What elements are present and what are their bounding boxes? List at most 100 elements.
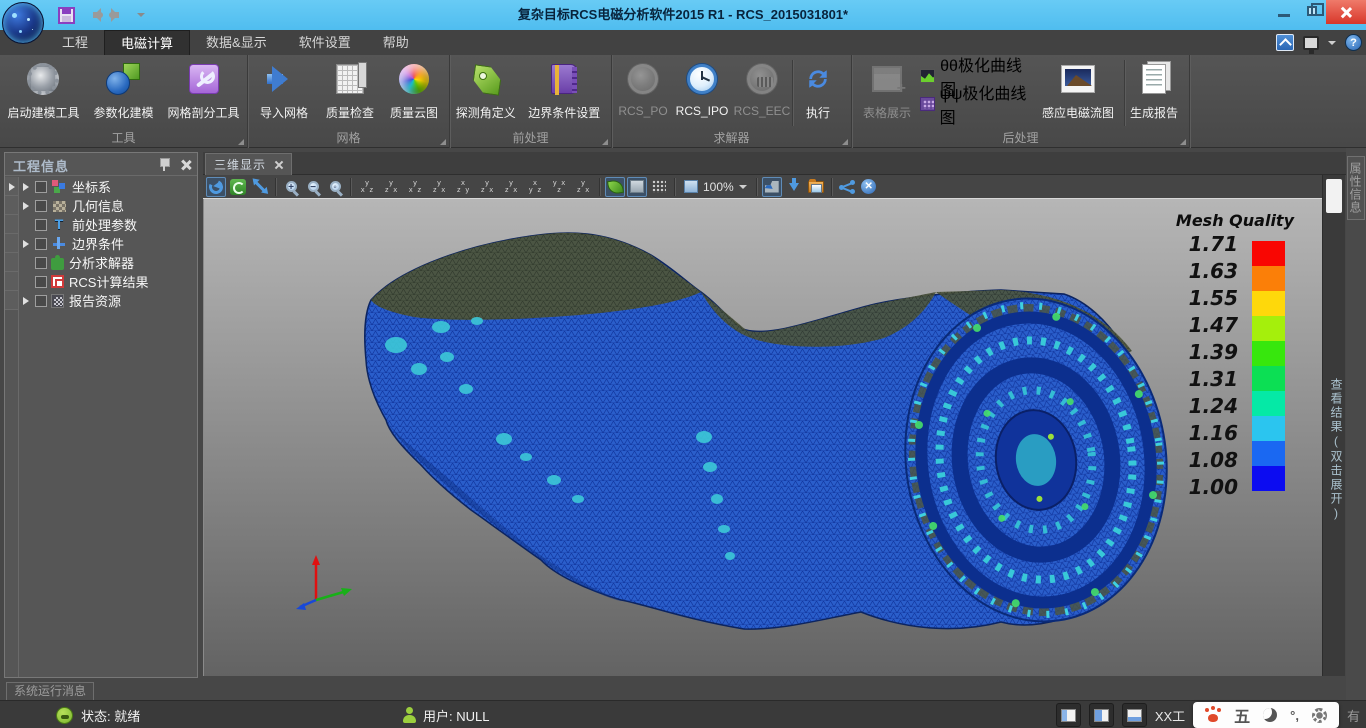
legend-value: 1.00 [1138,476,1238,498]
tree-item-coordinate-system[interactable]: 坐标系 [5,177,197,196]
boundary-condition-settings-button[interactable]: 边界条件设置 [520,57,609,129]
view-preset-button-4[interactable]: yz x [428,177,450,197]
viewport-3d[interactable]: Mesh Quality 1.71 1.63 1.55 1.47 1.39 1.… [203,199,1322,676]
tab-help[interactable]: 帮助 [367,30,425,55]
snapshot-corner-button[interactable] [762,177,782,197]
tree-checkbox[interactable] [35,257,47,269]
view-preset-button-9[interactable]: y xz [548,177,570,197]
table-display-button[interactable]: 表格展示 [854,57,920,129]
tree-checkbox[interactable] [35,219,47,231]
view-preset-button-1[interactable]: yx z [356,177,378,197]
ime-paw-icon[interactable] [1205,708,1221,722]
moon-icon[interactable] [1263,708,1277,722]
ime-settings-gear-icon[interactable] [1312,708,1327,723]
launch-modeling-tool-button[interactable]: 启动建模工具 [2,57,85,129]
corner-arrow-icon [765,181,779,193]
flat-render-button[interactable] [627,177,647,197]
tab-3d-display[interactable]: 三维显示 [205,153,292,175]
close-button[interactable] [1326,0,1366,24]
tab-em-computation[interactable]: 电磁计算 [104,30,190,55]
tree-item-analysis-solver[interactable]: 分析求解器 [5,253,197,272]
psi-polarization-curve-button[interactable]: ψψ极化曲线图 [920,93,1032,115]
layout-left-panel-button[interactable] [1056,703,1081,727]
view-results-tab[interactable]: 查看结果(双击展开) [1325,370,1345,530]
dialog-launcher-icon[interactable] [602,139,608,145]
minimize-icon [1278,14,1290,17]
zoom-out-button[interactable]: − [303,177,323,197]
parametric-modeling-button[interactable]: 参数化建模 [85,57,162,129]
quality-cloud-map-button[interactable]: 质量云图 [382,57,446,129]
expander-icon[interactable] [23,240,33,248]
rcs-eec-button[interactable]: RCS_EEC [732,57,792,129]
view-preset-button-2[interactable]: yz x [380,177,402,197]
shaded-render-button[interactable] [605,177,625,197]
pan-tool-button[interactable] [250,177,270,197]
share-view-button[interactable] [837,177,857,197]
zoom-level-select[interactable]: 100% [680,177,751,197]
probe-angle-define-button[interactable]: 探测角定义 [452,57,520,129]
rcs-po-button[interactable]: RCS_PO [614,57,672,129]
minimize-button[interactable] [1270,0,1298,22]
tree-checkbox[interactable] [35,181,47,193]
tree-checkbox[interactable] [35,238,47,250]
tab-software-settings[interactable]: 软件设置 [283,30,367,55]
tree-checkbox[interactable] [35,295,47,307]
refresh-view-button[interactable] [228,177,248,197]
results-collapsed-strip[interactable]: 查看结果(双击展开) [1322,175,1345,676]
tab-project[interactable]: 工程 [46,30,104,55]
zoom-fit-button[interactable]: ◦ [325,177,345,197]
layout-bottom-panel-button[interactable] [1122,703,1147,727]
expander-icon[interactable] [23,297,33,305]
open-image-folder-button[interactable] [806,177,826,197]
expander-icon[interactable] [23,183,33,191]
tree-checkbox[interactable] [35,276,47,288]
view-preset-button-6[interactable]: yz x [476,177,498,197]
app-logo[interactable] [2,2,44,44]
close-view-button[interactable]: ✕ [859,177,879,197]
ime-mode-key[interactable]: 五 [1234,703,1250,727]
dot-grid-icon [652,180,666,193]
zoom-in-button[interactable]: + [281,177,301,197]
tree-item-boundary-conditions[interactable]: 边界条件 [5,234,197,253]
view-preset-button-7[interactable]: yz x [500,177,522,197]
mesh-partition-tool-button[interactable]: 网格剖分工具 [162,57,245,129]
collapse-ribbon-button[interactable] [1276,34,1294,51]
generate-report-button[interactable]: 生成报告 [1125,57,1183,129]
dialog-launcher-icon[interactable] [440,139,446,145]
panel-close-icon[interactable] [180,159,191,170]
tree-item-rcs-results[interactable]: RCS计算结果 [5,272,197,291]
tree-item-preprocess-params[interactable]: T 前处理参数 [5,215,197,234]
help-icon[interactable]: ? [1345,34,1362,51]
view-preset-button-5[interactable]: xz y [452,177,474,197]
pin-icon[interactable] [160,157,168,171]
display-style-icon[interactable] [1303,36,1319,50]
rcs-ipo-button[interactable]: RCS_IPO [672,57,732,129]
dialog-launcher-icon[interactable] [238,139,244,145]
tree-item-report-resources[interactable]: 报告资源 [5,291,197,310]
system-messages-tab[interactable]: 系统运行消息 [6,682,94,700]
photo-icon [1061,65,1095,93]
execute-button[interactable]: 执行 [793,57,843,129]
view-preset-button-8[interactable]: xy z [524,177,546,197]
view-preset-button-3[interactable]: yx z [404,177,426,197]
dialog-launcher-icon[interactable] [842,139,848,145]
induced-current-map-button[interactable]: 感应电磁流图 [1032,57,1124,129]
points-render-button[interactable] [649,177,669,197]
tree-item-geometry-info[interactable]: 几何信息 [5,196,197,215]
layout-left-filled-button[interactable] [1089,703,1114,727]
rotate-tool-button[interactable] [206,177,226,197]
tree-checkbox[interactable] [35,200,47,212]
restore-button[interactable] [1298,0,1326,22]
scrollbar-thumb[interactable] [1326,179,1342,213]
tab-close-icon[interactable] [274,160,283,169]
view-preset-button-10[interactable]: yz x [572,177,594,197]
ime-punctuation-toggle[interactable]: °, [1290,708,1299,723]
dialog-launcher-icon[interactable] [1180,139,1186,145]
tab-data-display[interactable]: 数据&显示 [190,30,283,55]
export-down-button[interactable] [784,177,804,197]
quality-check-button[interactable]: 质量检查 [318,57,382,129]
property-info-tab[interactable]: 属性信息 [1347,156,1365,220]
expander-icon[interactable] [23,202,33,210]
import-mesh-button[interactable]: 导入网格 [250,57,318,129]
display-style-dropdown-icon[interactable] [1328,41,1336,49]
